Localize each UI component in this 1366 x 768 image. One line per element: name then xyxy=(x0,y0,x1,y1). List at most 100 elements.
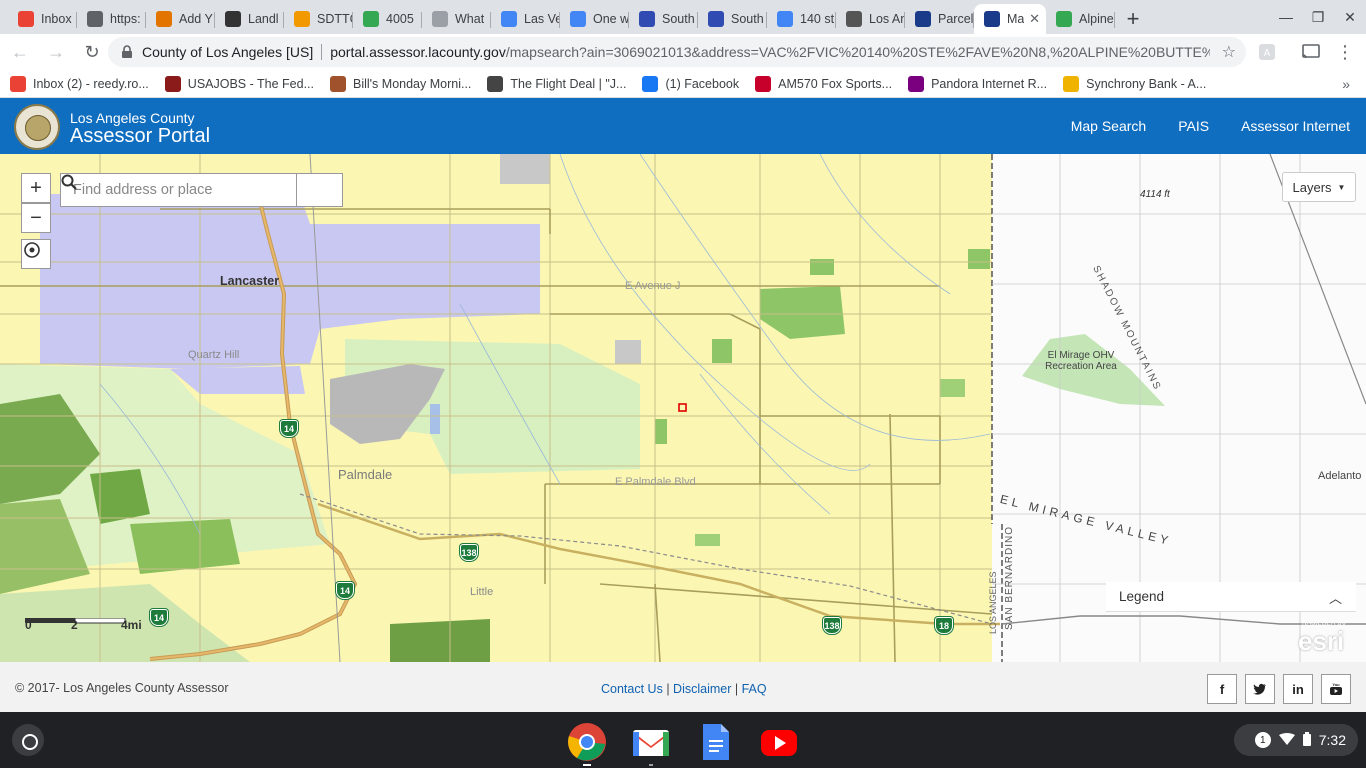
brand-title[interactable]: Assessor Portal xyxy=(70,125,210,148)
chrome-icon[interactable] xyxy=(567,722,607,766)
address-bar[interactable]: County of Los Angeles [US] portal.assess… xyxy=(108,37,1246,67)
green-parcel xyxy=(655,419,667,444)
tab-title: 140 st xyxy=(800,12,835,26)
facebook-icon xyxy=(642,75,659,92)
reload-icon[interactable]: ↻ xyxy=(76,36,108,68)
browser-tab[interactable]: https: xyxy=(77,4,146,34)
bookmark-item[interactable]: Bill's Monday Morni... xyxy=(330,75,471,92)
assessor-icon xyxy=(915,11,931,27)
gmail-icon xyxy=(10,75,26,92)
tab-title: South xyxy=(662,12,695,26)
forward-icon[interactable]: → xyxy=(40,36,72,68)
bookmark-star-icon[interactable]: ☆ xyxy=(1222,42,1236,62)
browser-tab[interactable]: 4005 xyxy=(353,4,422,34)
bookmark-item[interactable]: (1) Facebook xyxy=(642,75,739,92)
cast-icon[interactable] xyxy=(1296,34,1326,70)
scale-tick-0: 0 xyxy=(25,618,32,632)
browser-tab[interactable]: Las Ve xyxy=(491,4,560,34)
locate-button[interactable] xyxy=(21,239,51,269)
clock-time: 7:32 xyxy=(1318,732,1346,748)
nav-map-search[interactable]: Map Search xyxy=(1071,118,1146,134)
zoom-in-button[interactable]: + xyxy=(21,173,51,203)
status-tray[interactable]: 1 7:32 xyxy=(1234,724,1358,756)
layers-dropdown[interactable]: Layers ▼ xyxy=(1282,172,1356,202)
green-parcel xyxy=(695,534,720,546)
nav-pais[interactable]: PAIS xyxy=(1178,118,1209,134)
chevron-up-icon[interactable]: ︿ xyxy=(1329,588,1342,607)
browser-tab[interactable]: Parcel xyxy=(905,4,974,34)
contact-us-link[interactable]: Contact Us xyxy=(601,682,663,696)
bookmark-label: Synchrony Bank - A... xyxy=(1086,76,1207,91)
restore-icon[interactable]: ❐ xyxy=(1302,0,1334,34)
zoom-out-button[interactable]: − xyxy=(21,203,51,233)
browser-tab[interactable]: Landl xyxy=(215,4,284,34)
browser-tab[interactable]: South xyxy=(629,4,698,34)
close-window-icon[interactable]: ✕ xyxy=(1334,0,1366,34)
label-adelanto: Adelanto xyxy=(1318,470,1362,482)
nav-assessor-internet[interactable]: Assessor Internet xyxy=(1241,118,1350,134)
close-tab-icon[interactable]: ✕ xyxy=(1029,11,1040,27)
back-icon[interactable]: ← xyxy=(4,36,36,68)
twitter-icon[interactable] xyxy=(1245,674,1275,704)
more-bookmarks-icon[interactable]: » xyxy=(1342,76,1350,92)
tab-title: One w xyxy=(593,12,629,26)
bookmark-item[interactable]: AM570 Fox Sports... xyxy=(755,75,892,92)
blue-parcel xyxy=(430,404,440,434)
bookmark-item[interactable]: The Flight Deal | "J... xyxy=(487,75,626,92)
tab-title: Las Ve xyxy=(524,12,560,26)
faq-link[interactable]: FAQ xyxy=(742,682,767,696)
search-button[interactable] xyxy=(61,174,342,206)
browser-tab[interactable]: Los An xyxy=(836,4,905,34)
tab-title: What xyxy=(455,12,485,26)
green-parcel xyxy=(940,379,965,397)
browser-tab[interactable]: What xyxy=(422,4,491,34)
notification-badge[interactable]: 1 xyxy=(1254,732,1271,748)
label-el-mirage-area: El Mirage OHV Recreation Area xyxy=(1045,350,1117,372)
new-tab-button[interactable]: + xyxy=(1115,4,1151,34)
browser-tab[interactable]: Ma ✕ xyxy=(974,4,1046,34)
tab-title: Ma xyxy=(1007,12,1025,26)
la-county-seal-icon[interactable] xyxy=(14,104,60,150)
youtube-icon[interactable] xyxy=(759,722,799,762)
browser-tab[interactable]: Inbox xyxy=(8,4,77,34)
assessor-header: Los Angeles County Assessor Portal Map S… xyxy=(0,98,1366,154)
browser-tab[interactable]: Add Y xyxy=(146,4,215,34)
pandora-icon xyxy=(908,75,925,92)
esri-logo[interactable]: esri xyxy=(1298,626,1344,657)
gmail-icon[interactable] xyxy=(631,722,671,766)
google-docs-icon[interactable] xyxy=(695,722,735,762)
tab-title: Los An xyxy=(869,12,905,26)
browser-tab[interactable]: SDTTC xyxy=(284,4,353,34)
green-parcel xyxy=(968,249,990,269)
url-path: /mapsearch?ain=3069021013&address=VAC%2F… xyxy=(505,44,1211,60)
bookmark-item[interactable]: Inbox (2) - reedy.ro... xyxy=(10,75,149,92)
extension-icon[interactable]: A xyxy=(1252,34,1282,70)
tab-title: Add Y xyxy=(179,12,213,26)
la-seal-icon xyxy=(846,11,862,27)
parcel-block xyxy=(615,340,641,364)
youtube-icon[interactable]: You xyxy=(1321,674,1351,704)
browser-tab[interactable]: Alpine xyxy=(1046,4,1115,34)
facebook-icon[interactable]: f xyxy=(1207,674,1237,704)
usajobs-eagle-icon xyxy=(164,75,181,92)
brand-county: Los Angeles County xyxy=(70,110,195,126)
bookmark-item[interactable]: Synchrony Bank - A... xyxy=(1063,75,1207,92)
linkedin-icon[interactable]: in xyxy=(1283,674,1313,704)
lock-icon xyxy=(122,45,132,58)
os-shelf: 1 7:32 xyxy=(0,712,1366,768)
bookmark-item[interactable]: USAJOBS - The Fed... xyxy=(164,75,314,92)
iheart-icon xyxy=(755,75,772,92)
person-photo-icon xyxy=(330,75,346,92)
legend-panel[interactable]: Legend ︿ xyxy=(1106,582,1356,612)
map-view[interactable]: 14 14 14 138 138 18 Lancaster Quartz Hill Pal… xyxy=(0,154,1366,662)
address-search-input[interactable] xyxy=(61,174,297,206)
launcher-icon[interactable] xyxy=(12,724,44,756)
browser-tab[interactable]: South xyxy=(698,4,767,34)
browser-tab[interactable]: 140 st xyxy=(767,4,836,34)
minimize-icon[interactable]: — xyxy=(1270,0,1302,34)
browser-tab[interactable]: One w xyxy=(560,4,629,34)
disclaimer-link[interactable]: Disclaimer xyxy=(673,682,731,696)
caret-down-icon: ▼ xyxy=(1337,182,1346,192)
browser-menu-icon[interactable]: ⋮ xyxy=(1330,34,1360,70)
bookmark-item[interactable]: Pandora Internet R... xyxy=(908,75,1047,92)
